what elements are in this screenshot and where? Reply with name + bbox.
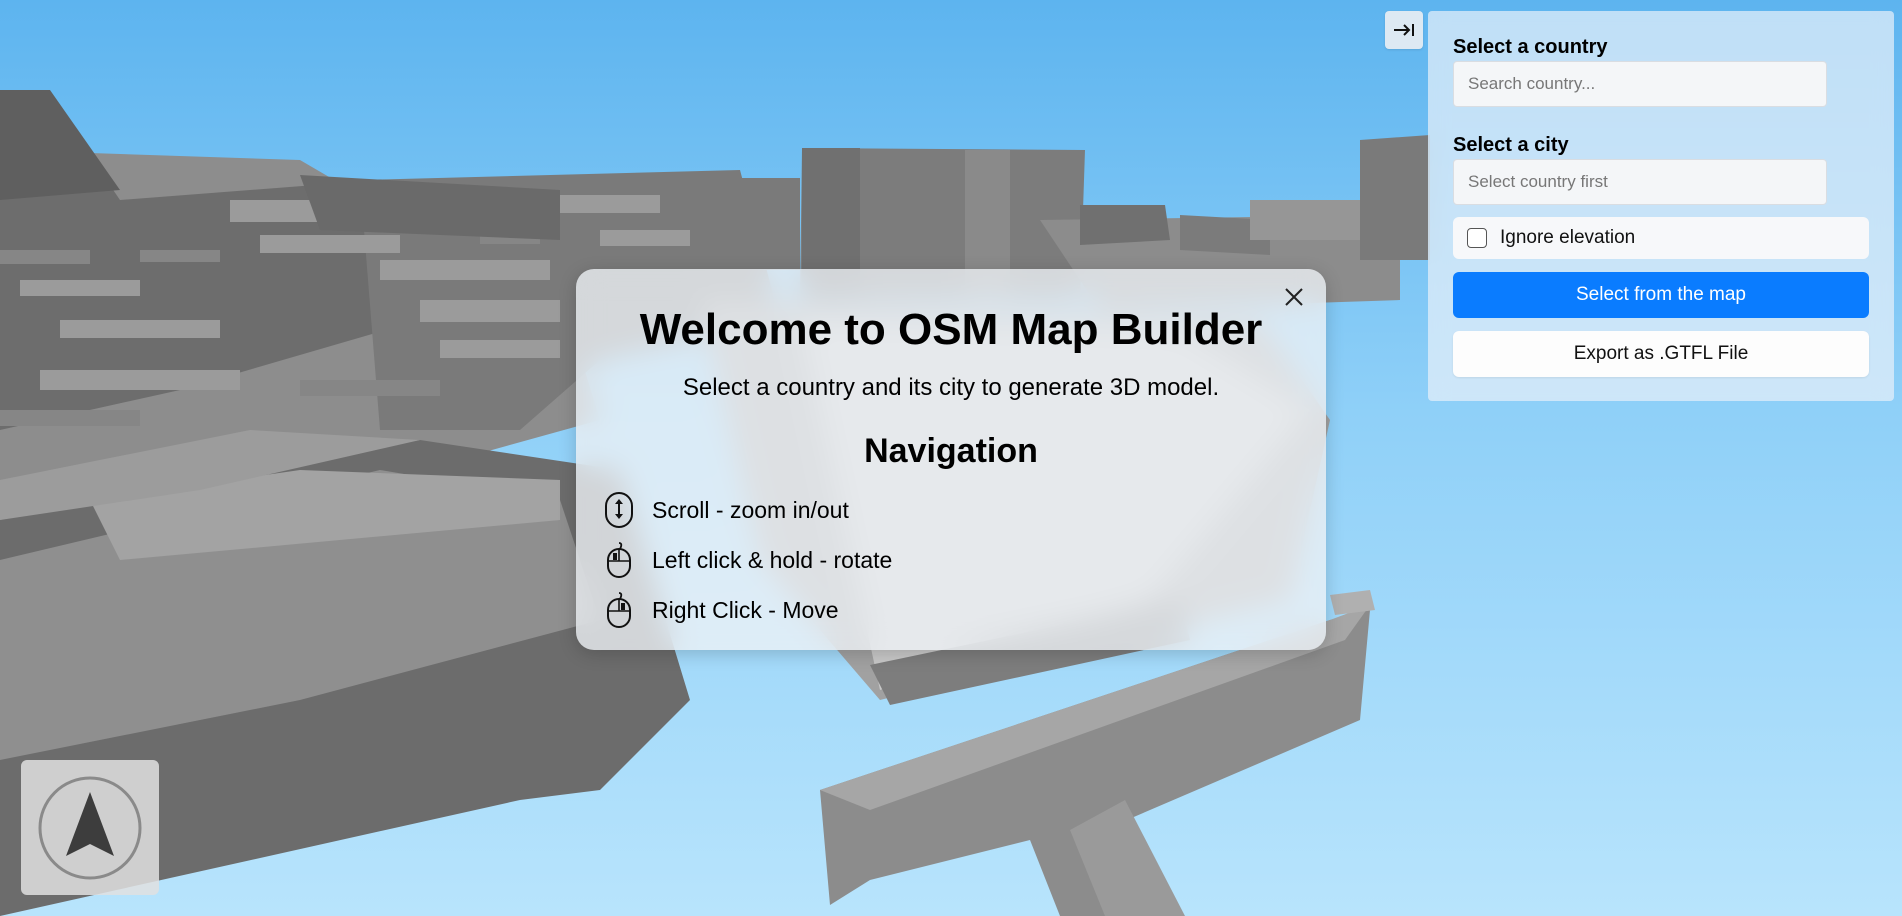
mouse-scroll-icon	[604, 491, 634, 529]
navigation-list: Scroll - zoom in/out Left click & hold -…	[604, 485, 1298, 635]
ignore-elevation-row[interactable]: Ignore elevation	[1453, 217, 1869, 259]
nav-item-label: Left click & hold - rotate	[652, 546, 893, 573]
close-icon[interactable]	[1280, 283, 1308, 311]
control-panel: Select a country Select a city Ignore el…	[1428, 11, 1894, 401]
modal-title: Welcome to OSM Map Builder	[639, 305, 1263, 354]
city-input[interactable]	[1453, 159, 1827, 205]
nav-item-scroll: Scroll - zoom in/out	[604, 485, 1298, 535]
nav-item-label: Scroll - zoom in/out	[652, 496, 849, 523]
country-label: Select a country	[1453, 36, 1608, 58]
export-gtfl-button[interactable]: Export as .GTFL File	[1453, 331, 1869, 377]
country-search-input[interactable]	[1453, 61, 1827, 107]
collapse-panel-icon	[1394, 24, 1414, 36]
ignore-elevation-label: Ignore elevation	[1500, 227, 1636, 248]
nav-item-label: Right Click - Move	[652, 596, 839, 623]
city-label: Select a city	[1453, 134, 1569, 156]
compass-button[interactable]	[21, 760, 159, 895]
navigation-heading: Navigation	[864, 432, 1038, 470]
mouse-left-click-icon	[604, 541, 634, 579]
welcome-modal: Welcome to OSM Map Builder Select a coun…	[576, 269, 1326, 650]
modal-subtitle: Select a country and its city to generat…	[682, 374, 1220, 401]
collapse-panel-button[interactable]	[1385, 11, 1423, 49]
ignore-elevation-checkbox[interactable]	[1467, 228, 1487, 248]
mouse-right-click-icon	[604, 591, 634, 629]
nav-item-move: Right Click - Move	[604, 585, 1298, 635]
compass-arrow-icon	[38, 776, 142, 880]
nav-item-rotate: Left click & hold - rotate	[604, 535, 1298, 585]
select-from-map-button[interactable]: Select from the map	[1453, 272, 1869, 318]
